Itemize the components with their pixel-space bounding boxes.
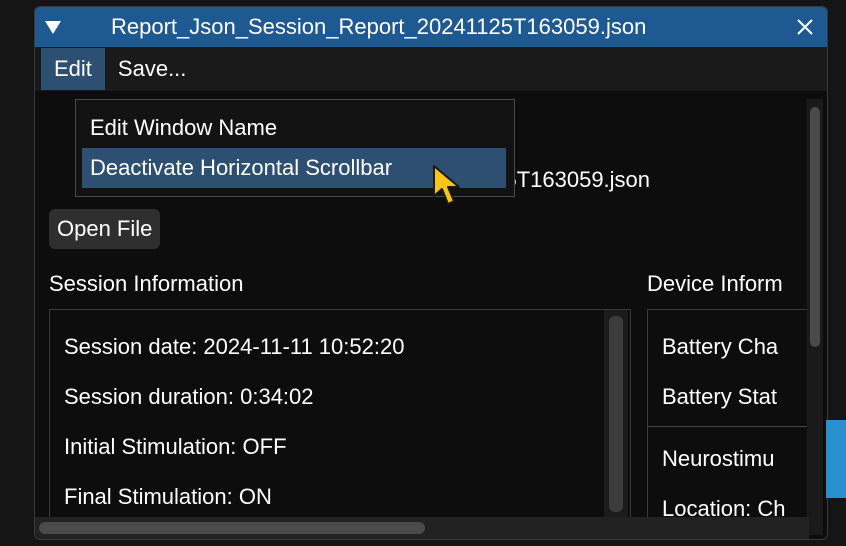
- battery-status: Battery Stat: [662, 384, 777, 409]
- final-stimulation: Final Stimulation: ON: [64, 484, 272, 509]
- menu-item-edit-window-name[interactable]: Edit Window Name: [82, 108, 506, 148]
- session-info-title: Session Information: [49, 271, 244, 296]
- device-info-title: Device Inform: [647, 271, 783, 296]
- session-panel-scroll-thumb[interactable]: [609, 316, 623, 512]
- background-accent: [826, 420, 846, 498]
- report-window: Report_Json_Session_Report_20241125T1630…: [34, 6, 828, 540]
- mouse-cursor-icon: [430, 164, 466, 213]
- session-date: Session date: 2024-11-11 10:52:20: [64, 334, 405, 359]
- window-title: Report_Json_Session_Report_20241125T1630…: [111, 14, 647, 39]
- main-vertical-scroll-thumb[interactable]: [810, 107, 820, 347]
- session-panel-scrollbar[interactable]: [604, 310, 628, 526]
- title-bar[interactable]: Report_Json_Session_Report_20241125T1630…: [35, 7, 827, 47]
- device-info-panel[interactable]: Battery Cha Battery Stat Neurostimu Loca…: [647, 309, 819, 527]
- device-divider: [648, 426, 818, 427]
- menu-edit[interactable]: Edit: [41, 48, 105, 90]
- open-file-button[interactable]: Open File: [49, 209, 161, 249]
- initial-stimulation: Initial Stimulation: OFF: [64, 434, 287, 459]
- triangle-down-icon[interactable]: [35, 19, 71, 35]
- menu-save[interactable]: Save...: [105, 48, 199, 90]
- horizontal-scroll-thumb[interactable]: [39, 522, 425, 534]
- neurostimulator: Neurostimu: [662, 446, 775, 471]
- main-vertical-scrollbar[interactable]: [807, 99, 823, 535]
- horizontal-scrollbar[interactable]: [35, 517, 809, 539]
- session-info-panel[interactable]: Session date: 2024-11-11 10:52:20 Sessio…: [49, 309, 631, 527]
- close-x-icon[interactable]: [783, 17, 827, 37]
- battery-charge: Battery Cha: [662, 334, 779, 359]
- session-duration: Session duration: 0:34:02: [64, 384, 314, 409]
- menu-bar: Edit Save...: [35, 47, 827, 91]
